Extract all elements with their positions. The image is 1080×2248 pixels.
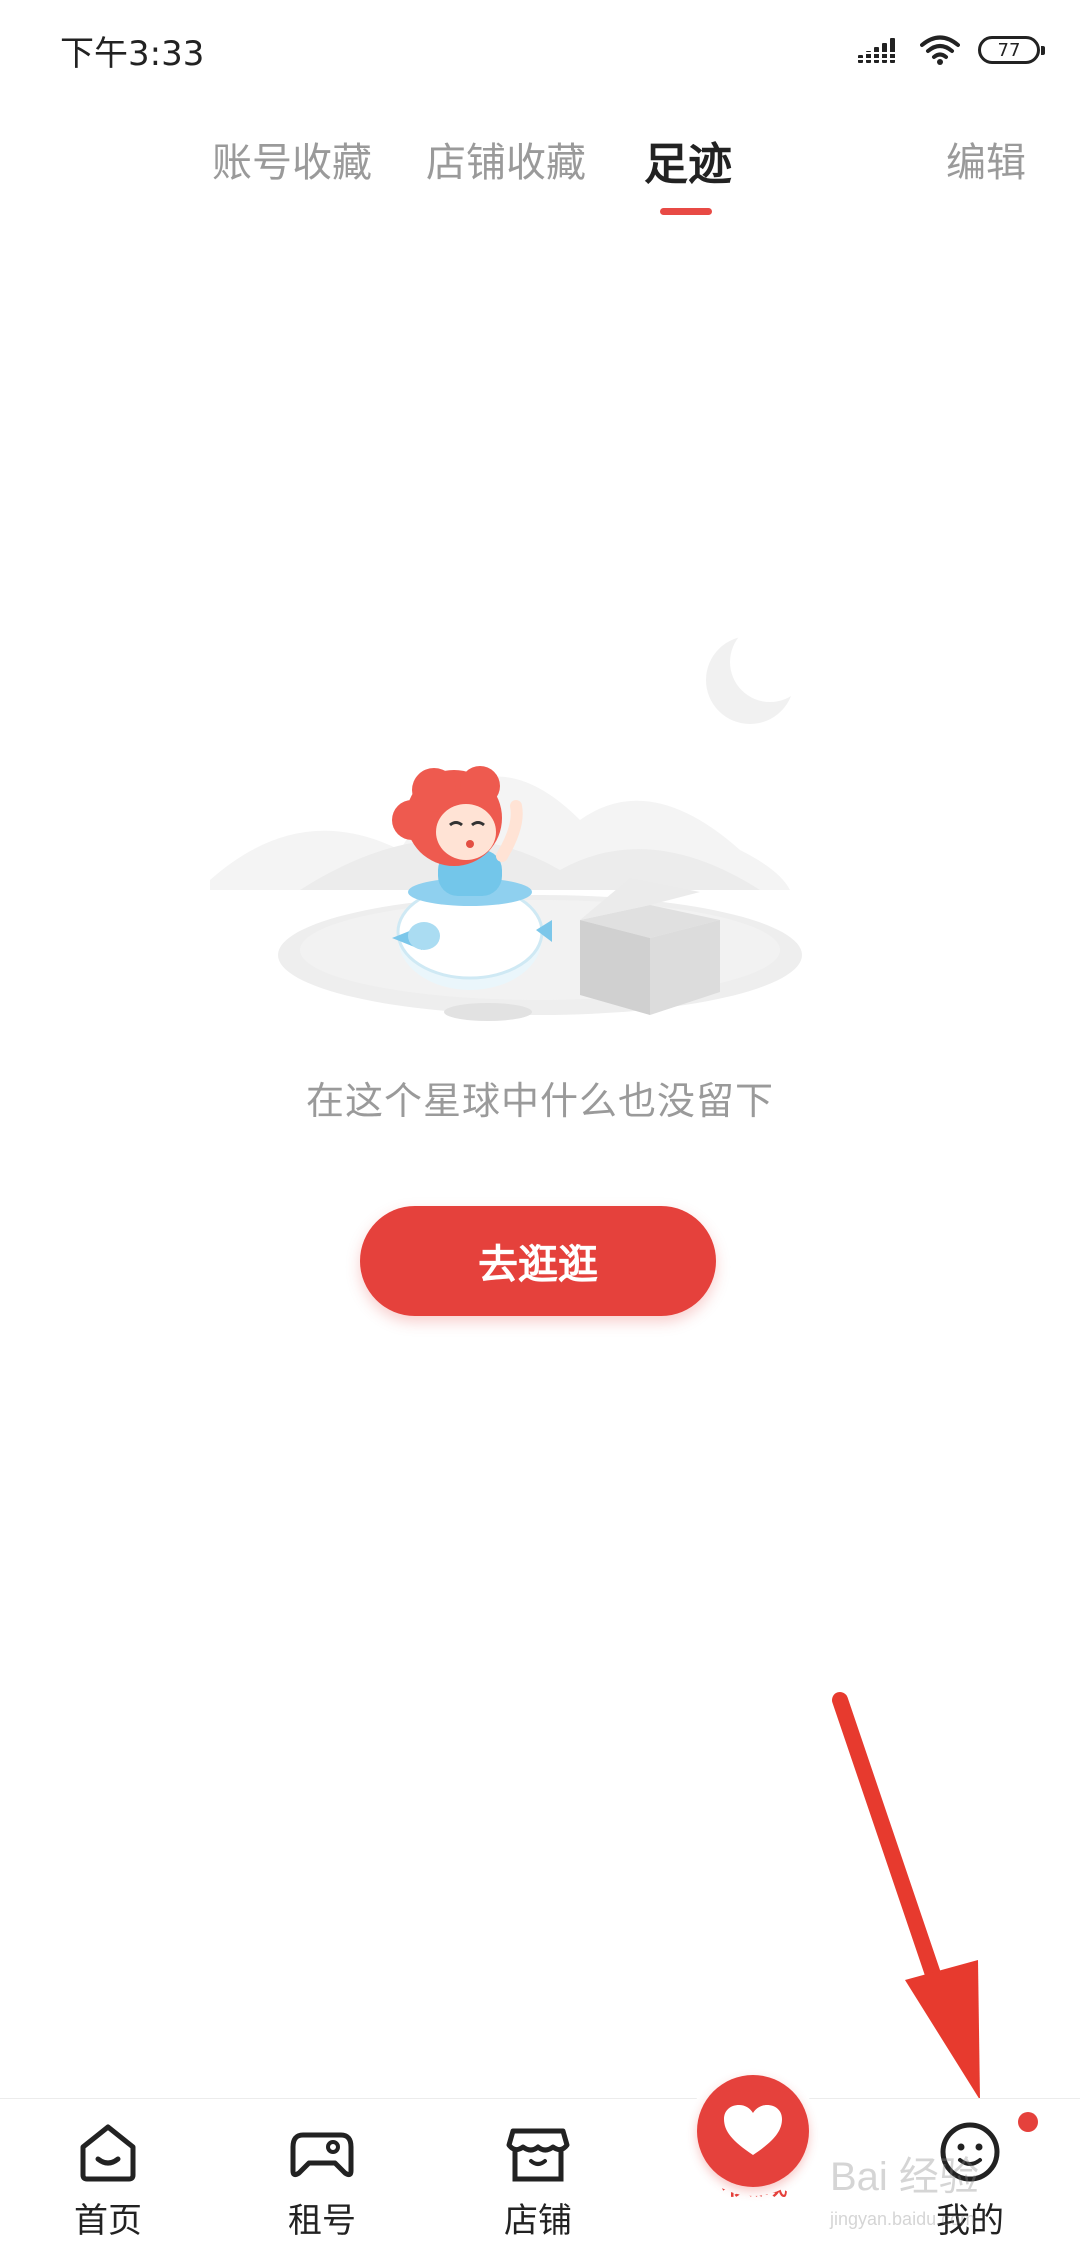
nav-item-home[interactable]: 首页 [38, 2117, 178, 2242]
notification-dot [1018, 2112, 1038, 2132]
empty-state-message: 在这个星球中什么也没留下 [305, 1079, 774, 1123]
tab-bar: 账号收藏 店铺收藏 足迹 编辑 [0, 110, 1080, 230]
go-browse-button[interactable]: 去逛逛 [360, 1206, 716, 1316]
favorites-bubble[interactable] [688, 2066, 818, 2196]
nav-item-rent[interactable]: 租号 [252, 2117, 392, 2242]
moon-icon [706, 622, 810, 724]
status-bar: 下午3:33 77 [0, 0, 1080, 96]
nav-label-rent: 租号 [288, 2201, 356, 2241]
tab-store-favorites[interactable]: 店铺收藏 [426, 130, 586, 188]
favorites-circle [697, 2075, 809, 2187]
status-time: 下午3:33 [60, 34, 205, 74]
active-tab-indicator [660, 208, 712, 215]
baidu-watermark: Bai 经验 jingyan.baidu.com [829, 2155, 979, 2229]
signal-icon [858, 38, 902, 63]
gamepad-icon [290, 2132, 354, 2178]
store-icon [506, 2128, 570, 2182]
tab-footprint[interactable]: 足迹 [644, 128, 732, 192]
nav-item-store[interactable]: 店铺 [468, 2117, 608, 2242]
nav-label-store: 店铺 [504, 2201, 572, 2241]
tab-account-favorites[interactable]: 账号收藏 [212, 130, 372, 188]
heart-icon [724, 2105, 782, 2155]
home-icon [80, 2124, 136, 2182]
annotation-arrow-icon [832, 1692, 980, 2100]
empty-state-illustration [210, 622, 810, 1021]
watermark-line-1: Bai 经验 [830, 2155, 979, 2199]
nav-label-home: 首页 [74, 2201, 142, 2241]
battery-icon: 77 [978, 36, 1045, 64]
watermark-line-2: jingyan.baidu.com [829, 2209, 975, 2229]
edit-button[interactable]: 编辑 [946, 130, 1026, 188]
wifi-icon [920, 35, 960, 65]
page: 下午3:33 77 账号收藏 店铺收藏 足迹 编辑 在这个星球中什么也没留下 去… [0, 0, 1080, 2248]
status-icons: 77 [858, 30, 1045, 70]
